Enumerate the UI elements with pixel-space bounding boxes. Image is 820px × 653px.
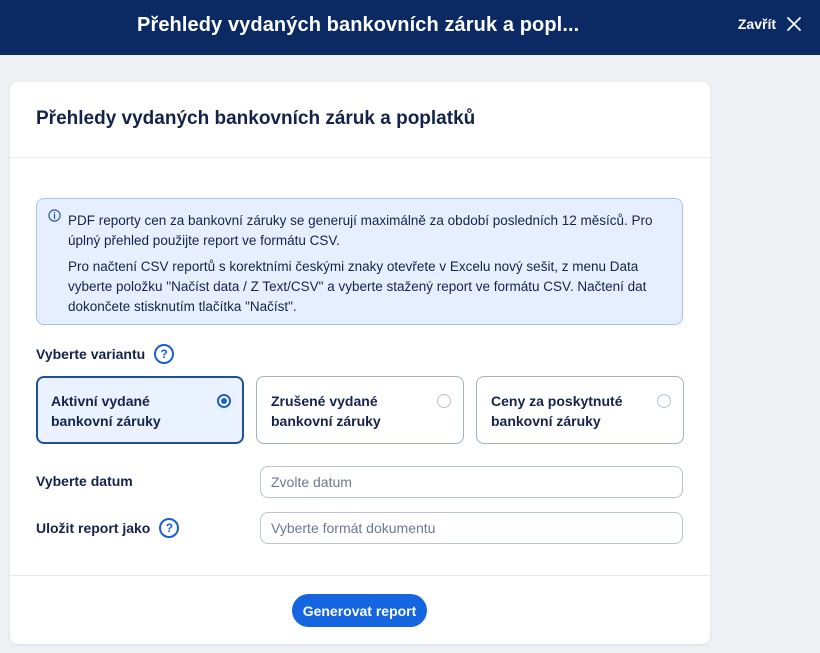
generate-report-button[interactable]: Generovat report — [292, 594, 427, 627]
variant-label: Vyberte variantu — [36, 346, 146, 362]
format-label-row: Uložit report jako ? — [36, 518, 180, 538]
info-text-pdf: PDF reporty cen za bankovní záruky se ge… — [68, 213, 653, 248]
info-icon — [48, 209, 61, 222]
variant-option-active[interactable]: Aktivní vydané bankovní záruky — [36, 376, 244, 444]
help-icon[interactable]: ? — [159, 518, 180, 538]
variant-option-fees[interactable]: Ceny za poskytnuté bankovní záruky — [476, 376, 684, 444]
date-label: Vyberte datum — [36, 473, 133, 489]
format-label: Uložit report jako — [36, 520, 151, 536]
report-card: Přehledy vydaných bankovních záruk a pop… — [10, 82, 710, 644]
footer-divider — [10, 575, 710, 576]
radio-icon[interactable] — [437, 394, 451, 408]
top-bar: Přehledy vydaných bankovních záruk a pop… — [0, 0, 820, 55]
date-input[interactable] — [260, 466, 683, 498]
window-title: Přehledy vydaných bankovních záruk a pop… — [137, 14, 580, 36]
variant-option-label: Zrušené vydané bankovní záruky — [271, 393, 381, 429]
header-divider — [10, 157, 710, 158]
variant-option-label: Ceny za poskytnuté bankovní záruky — [491, 393, 623, 429]
close-label: Zavřít — [737, 16, 776, 32]
close-button[interactable]: Zavřít — [738, 16, 802, 32]
variant-label-row: Vyberte variantu ? — [36, 344, 175, 364]
close-icon — [787, 17, 801, 31]
info-text-csv: Pro načtení CSV reportů s korektními čes… — [68, 259, 647, 314]
variant-option-cancelled[interactable]: Zrušené vydané bankovní záruky — [256, 376, 464, 444]
help-icon[interactable]: ? — [154, 344, 175, 364]
page-title: Přehledy vydaných bankovních záruk a pop… — [36, 108, 476, 129]
info-notice: PDF reporty cen za bankovní záruky se ge… — [36, 198, 683, 325]
radio-icon[interactable] — [657, 394, 671, 408]
format-select[interactable] — [260, 512, 683, 544]
radio-selected-icon[interactable] — [217, 394, 231, 408]
variant-option-label: Aktivní vydané bankovní záruky — [51, 393, 161, 429]
date-label-row: Vyberte datum — [36, 473, 133, 489]
